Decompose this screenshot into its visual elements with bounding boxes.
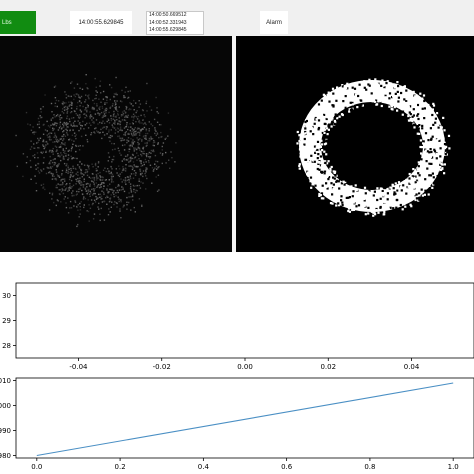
lower-plot-x-tick-label: 0.6	[281, 463, 293, 471]
timestamp-list[interactable]: 14:00:50.669512 14:00:52.331943 14:00:55…	[146, 11, 204, 35]
thresholded-ring-image	[296, 78, 451, 217]
lower-plot-x-tick-label: 0.2	[115, 463, 126, 471]
raw-camera-image	[0, 36, 232, 252]
upper-plot-x-tick-label: 0.02	[320, 363, 336, 371]
lower-plot-y-tick-label: 000	[0, 402, 11, 410]
list-item[interactable]: 14:00:55.629845	[149, 27, 203, 34]
toolbar: Lbs 14:00:55.629845 14:00:50.669512 14:0…	[0, 0, 474, 36]
upper-plot-x-tick-label: 0.00	[237, 363, 253, 371]
list-item[interactable]: 14:00:52.331943	[149, 20, 203, 28]
upper-plot-x-tick-label: 0.04	[404, 363, 420, 371]
lower-plot-x-tick-label: 0.0	[31, 463, 42, 471]
lower-plot-x-tick-label: 1.0	[448, 463, 459, 471]
upper-plot-y-tick-label: 28	[2, 342, 11, 350]
lower-plot-y-tick-label: 010	[0, 377, 11, 385]
lower-plot-y-tick-label: 990	[0, 427, 11, 435]
lower-plot: 0.0 0.2 0.4 0.6 0.8 1.0 980 990 000 010	[0, 377, 474, 471]
lower-plot-axes-frame	[15, 377, 474, 459]
lower-plot-y-tick-label: 980	[0, 452, 11, 460]
upper-plot-y-tick-label: 30	[2, 292, 11, 300]
lower-plot-series-line	[36, 382, 454, 457]
start-button[interactable]: Lbs	[0, 11, 36, 34]
lower-plot-x-tick-label: 0.4	[198, 463, 210, 471]
upper-plot-x-tick-label: -0.02	[153, 363, 171, 371]
upper-plot-y-tick-label: 29	[2, 317, 11, 325]
alarm-label: Alarm	[260, 11, 288, 34]
list-item[interactable]: 14:00:50.669512	[149, 12, 203, 20]
thresholded-camera-image	[236, 36, 474, 252]
upper-plot: -0.04 -0.02 0.00 0.02 0.04 28 29 30	[2, 282, 474, 371]
upper-plot-axes-frame	[15, 282, 474, 359]
upper-plot-x-tick-label: -0.04	[69, 363, 88, 371]
raw-ring-image	[15, 74, 177, 228]
lower-plot-x-tick-label: 0.8	[364, 463, 375, 471]
timestamp-display: 14:00:55.629845	[70, 11, 132, 34]
